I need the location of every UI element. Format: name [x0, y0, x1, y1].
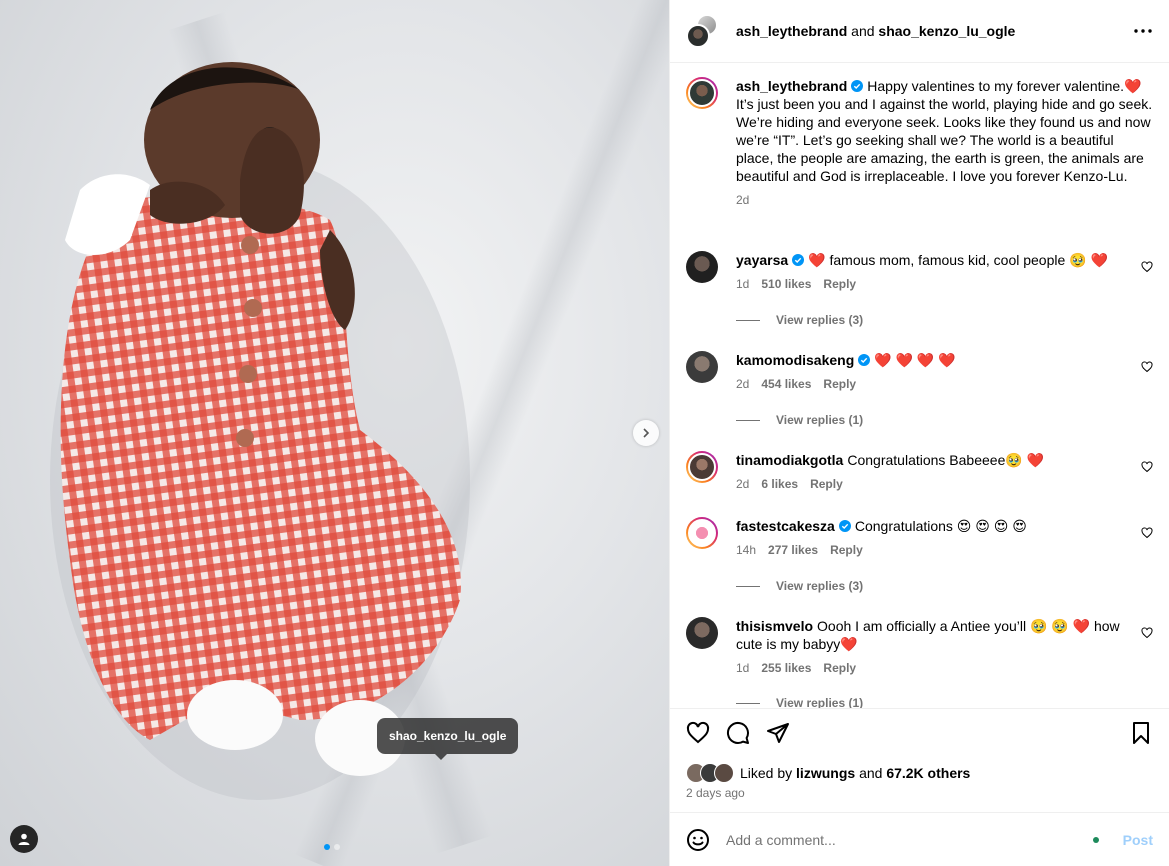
liker-avatars: [686, 763, 736, 783]
like-comment-icon[interactable]: [1141, 461, 1153, 473]
like-comment-icon[interactable]: [1141, 527, 1153, 539]
comment-username[interactable]: fastestcakesza: [736, 518, 835, 534]
like-icon[interactable]: [686, 721, 710, 745]
comment-time: 14h: [736, 543, 757, 557]
comment-time: 1d: [736, 277, 750, 291]
carousel-indicator: [324, 844, 340, 850]
view-replies-button[interactable]: View replies (1): [736, 413, 863, 427]
caption-username[interactable]: ash_leythebrand: [736, 78, 847, 94]
comment-username[interactable]: tinamodiakgotla: [736, 452, 843, 468]
reply-button[interactable]: Reply: [830, 541, 863, 559]
comments-list[interactable]: ash_leythebrand Happy valentines to my fo…: [670, 63, 1169, 708]
post-comment-button[interactable]: Post: [1123, 832, 1153, 848]
comment-text: Congratulations 😍 😍 😍 😍: [854, 518, 1027, 534]
author-link[interactable]: ash_leythebrand: [736, 23, 847, 39]
comment-item: thisismvelo Oooh I am officially a Antiee…: [686, 617, 1153, 677]
like-comment-icon[interactable]: [1141, 627, 1153, 639]
comment-likes[interactable]: 6 likes: [761, 475, 798, 493]
status-dot: [1092, 836, 1099, 843]
liked-by-user[interactable]: lizwungs: [796, 765, 855, 781]
post-media: shao_kenzo_lu_ogle: [0, 0, 669, 866]
more-options-button[interactable]: [1131, 19, 1155, 43]
post-time[interactable]: 2 days ago: [686, 786, 745, 800]
comment-likes[interactable]: 277 likes: [768, 541, 818, 559]
liked-by-prefix: Liked by: [740, 765, 793, 781]
baby-photo: [50, 62, 470, 800]
user-icon: [18, 833, 30, 845]
view-replies-label: View replies (1): [776, 413, 864, 427]
collaborator-link[interactable]: shao_kenzo_lu_ogle: [878, 23, 1015, 39]
collab-avatars[interactable]: [686, 14, 720, 48]
comment-username[interactable]: kamomodisakeng: [736, 352, 854, 368]
reply-button[interactable]: Reply: [823, 275, 856, 293]
more-icon: [1134, 29, 1152, 33]
comment-item: tinamodiakgotla Congratulations Babeeee🥹 …: [686, 451, 1153, 493]
comment-likes[interactable]: 454 likes: [761, 375, 811, 393]
carousel-dot-active: [324, 844, 330, 850]
avatar[interactable]: [686, 451, 718, 483]
view-replies-label: View replies (3): [776, 313, 864, 327]
like-comment-icon[interactable]: [1141, 261, 1153, 273]
comment-item: kamomodisakeng ❤️ ❤️ ❤️ ❤️ 2d 454 likes Rep…: [686, 351, 1153, 393]
post-actions: Liked by lizwungs and 67.2K others 2 day…: [670, 708, 1169, 826]
avatar[interactable]: [686, 617, 718, 649]
post-header: ash_leythebrand and shao_kenzo_lu_ogle: [670, 0, 1169, 63]
comment-text: ❤️ ❤️ ❤️ ❤️: [874, 352, 956, 368]
comment-time: 1d: [736, 661, 750, 675]
avatar[interactable]: [686, 77, 718, 109]
like-comment-icon[interactable]: [1141, 361, 1153, 373]
verified-icon: [858, 354, 871, 366]
comment-composer: Post: [670, 812, 1169, 866]
liked-by-others[interactable]: 67.2K others: [886, 765, 970, 781]
avatar: [686, 24, 710, 48]
verified-icon: [792, 254, 805, 266]
comment-time: 2d: [736, 377, 750, 391]
liked-by: Liked by lizwungs and 67.2K others: [686, 763, 970, 783]
verified-icon: [838, 520, 851, 532]
comment-item: yayarsa ❤️ famous mom, famous kid, cool p…: [686, 251, 1153, 293]
comment-text: Congratulations Babeeee🥹 ❤️: [847, 452, 1045, 468]
post-dialog: shao_kenzo_lu_ogle ash_leythebrand and s…: [0, 0, 1169, 866]
view-replies-label: View replies (3): [776, 579, 864, 593]
view-replies-button[interactable]: View replies (3): [736, 579, 863, 593]
post-side-panel: ash_leythebrand and shao_kenzo_lu_ogle a…: [669, 0, 1169, 866]
user-tag[interactable]: shao_kenzo_lu_ogle: [377, 718, 519, 760]
caption-time: 2d: [736, 193, 750, 207]
reply-button[interactable]: Reply: [810, 475, 843, 493]
header-connector: and: [851, 23, 875, 39]
comment-input[interactable]: [726, 831, 1093, 848]
avatar[interactable]: [686, 251, 718, 283]
caption: ash_leythebrand Happy valentines to my fo…: [686, 77, 1153, 209]
comment-item: fastestcakesza Congratulations 😍 😍 😍 😍 14…: [686, 517, 1153, 559]
comment-likes[interactable]: 255 likes: [761, 659, 811, 677]
user-tags-button[interactable]: [10, 825, 38, 853]
next-slide-button[interactable]: [633, 420, 659, 446]
comment-username[interactable]: yayarsa: [736, 252, 788, 268]
comment-time: 2d: [736, 477, 750, 491]
verified-icon: [851, 80, 864, 92]
comment-icon[interactable]: [726, 721, 750, 745]
comment-likes[interactable]: 510 likes: [761, 275, 811, 293]
carousel-dot: [334, 844, 340, 850]
reply-button[interactable]: Reply: [823, 375, 856, 393]
chevron-right-icon: [643, 428, 650, 438]
reply-button[interactable]: Reply: [823, 659, 856, 677]
view-replies-button[interactable]: View replies (3): [736, 313, 863, 327]
avatar[interactable]: [686, 351, 718, 383]
avatar: [714, 763, 734, 783]
save-icon[interactable]: [1129, 721, 1153, 745]
avatar[interactable]: [686, 517, 718, 549]
emoji-icon[interactable]: [686, 828, 710, 852]
view-replies-label: View replies (1): [776, 696, 864, 708]
liked-by-connector: and: [859, 765, 883, 781]
share-icon[interactable]: [766, 721, 790, 745]
post-header-title: ash_leythebrand and shao_kenzo_lu_ogle: [736, 23, 1131, 39]
comment-username[interactable]: thisismvelo: [736, 618, 813, 634]
view-replies-button[interactable]: View replies (1): [736, 696, 863, 708]
comment-text: ❤️ famous mom, famous kid, cool people 🥹…: [808, 252, 1108, 268]
